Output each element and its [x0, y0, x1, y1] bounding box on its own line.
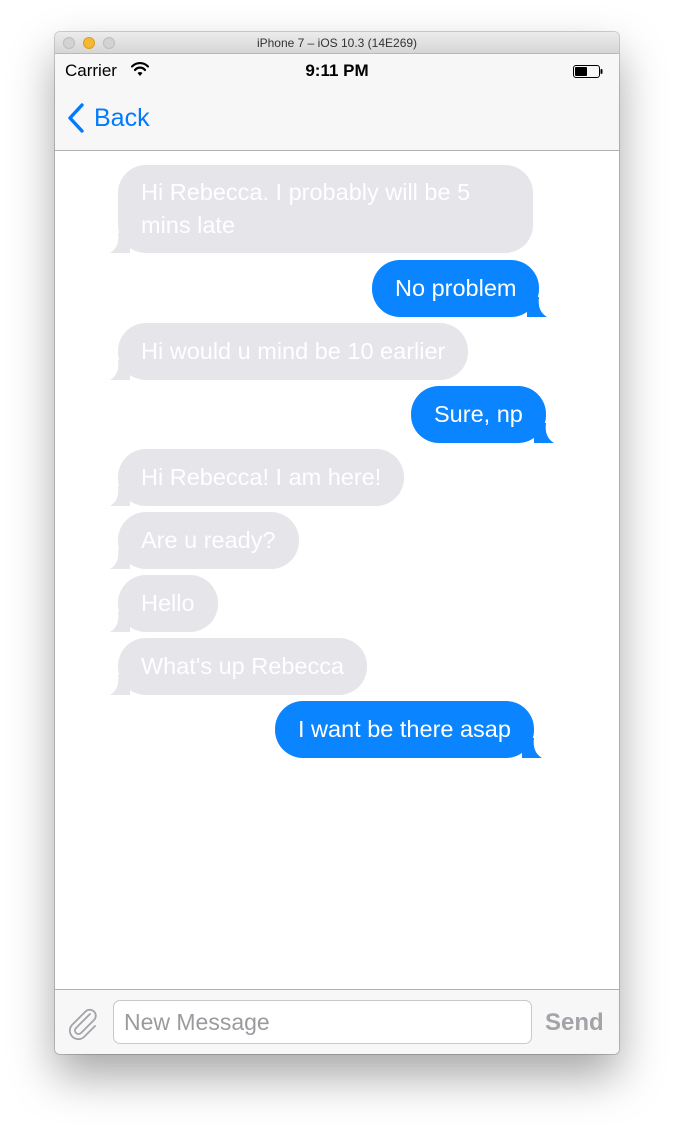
message-bubble-outgoing: I want be there asap: [275, 701, 542, 758]
message-text: What's up Rebecca: [141, 653, 345, 679]
paperclip-icon[interactable]: [66, 1006, 100, 1040]
bubble-tail: [521, 738, 542, 758]
message-text: Are u ready?: [141, 527, 276, 553]
message-bubble-incoming: Hi would u mind be 10 earlier: [110, 323, 469, 380]
bubble-tail: [110, 675, 130, 695]
navigation-bar: Back: [55, 87, 619, 151]
new-message-input[interactable]: [113, 1000, 532, 1044]
message-bubble-incoming: Are u ready?: [110, 512, 299, 569]
simulator-window: iPhone 7 – iOS 10.3 (14E269) Carrier 9:1…: [55, 32, 619, 1054]
window-title: iPhone 7 – iOS 10.3 (14E269): [256, 36, 418, 50]
back-button[interactable]: Back: [67, 101, 150, 135]
message-bubble-incoming: Hi Rebecca. I probably will be 5 mins la…: [110, 165, 533, 253]
status-bar: Carrier 9:11 PM: [55, 54, 619, 87]
message-list: Hi Rebecca. I probably will be 5 mins la…: [55, 151, 619, 989]
status-time: 9:11 PM: [305, 61, 369, 80]
message-text: Hello: [141, 590, 195, 616]
message-input-bar: Send: [55, 989, 619, 1054]
message-bubble-incoming: Hello: [110, 575, 218, 632]
message-bubble-outgoing: Sure, np: [411, 386, 554, 443]
window-titlebar: iPhone 7 – iOS 10.3 (14E269): [55, 32, 619, 54]
back-button-label: Back: [94, 103, 150, 132]
bubble-tail: [110, 360, 130, 380]
message-bubble-incoming: What's up Rebecca: [110, 638, 368, 695]
bubble-tail: [533, 423, 554, 443]
bubble-tail: [110, 233, 130, 253]
send-button[interactable]: Send: [545, 1009, 604, 1037]
battery-icon: [573, 65, 603, 78]
message-text: I want be there asap: [298, 716, 511, 742]
message-bubble-incoming: Hi Rebecca! I am here!: [110, 449, 405, 506]
message-bubble-outgoing: No problem: [372, 260, 548, 317]
message-text: No problem: [395, 275, 517, 301]
bubble-tail: [110, 549, 130, 569]
chevron-left-icon: [68, 103, 84, 133]
message-text: Sure, np: [434, 401, 523, 427]
message-text: Hi Rebecca! I am here!: [141, 464, 382, 490]
bubble-tail: [527, 297, 548, 317]
bubble-tail: [110, 486, 130, 506]
bubble-tail: [110, 612, 130, 632]
message-text: Hi would u mind be 10 earlier: [141, 338, 446, 364]
message-text: Hi Rebecca. I probably will be 5 mins la…: [141, 179, 471, 238]
